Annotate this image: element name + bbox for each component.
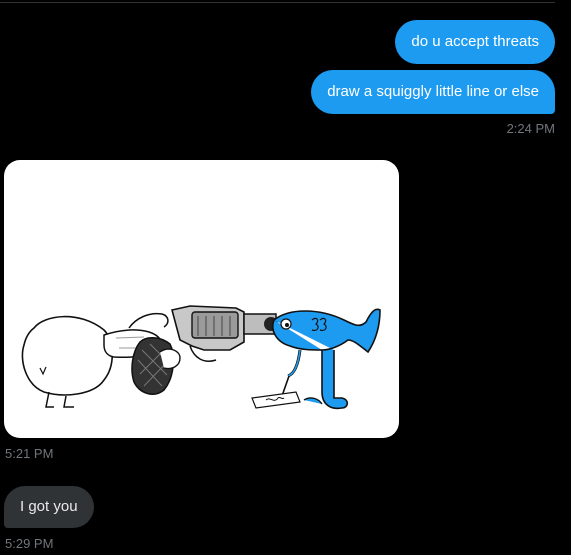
message-timestamp: 5:29 PM [5, 536, 54, 551]
sent-message-bubble[interactable]: draw a squiggly little line or else [311, 70, 555, 114]
message-text: I got you [20, 498, 78, 515]
message-timestamp: 2:24 PM [506, 121, 555, 136]
image-attachment[interactable] [4, 160, 399, 438]
message-text: do u accept threats [411, 33, 539, 50]
cartoon-drawing [21, 305, 381, 410]
received-message-bubble[interactable]: I got you [4, 486, 94, 528]
sent-message-bubble[interactable]: do u accept threats [395, 20, 555, 64]
message-text: draw a squiggly little line or else [327, 83, 539, 100]
message-timestamp: 5:21 PM [5, 446, 54, 461]
top-divider [0, 2, 555, 3]
